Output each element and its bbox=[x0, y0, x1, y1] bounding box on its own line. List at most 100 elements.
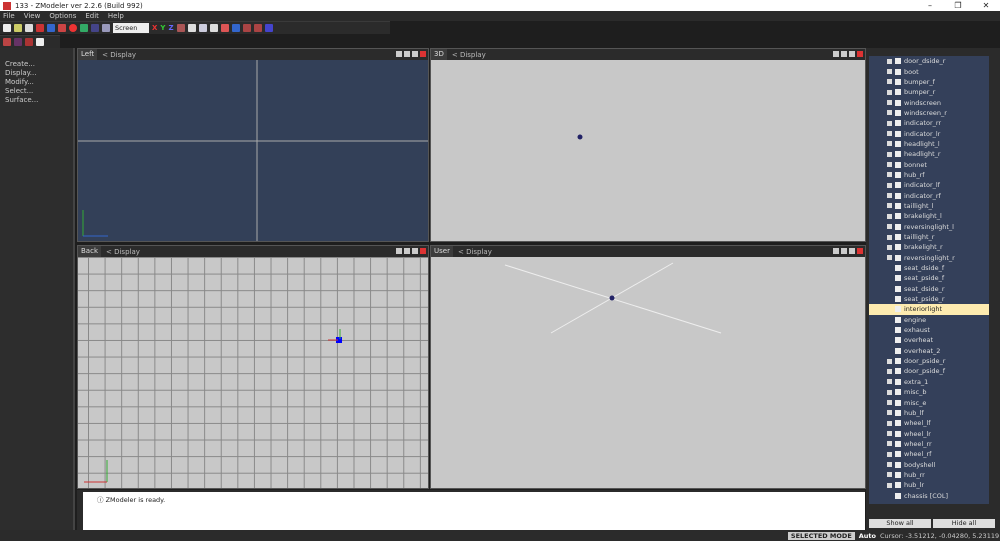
close-button[interactable]: ✕ bbox=[972, 0, 1000, 11]
expand-icon[interactable] bbox=[887, 255, 892, 261]
visibility-checkbox[interactable] bbox=[895, 285, 901, 292]
expand-icon[interactable] bbox=[887, 482, 892, 488]
close-icon[interactable] bbox=[420, 248, 426, 254]
tree-item[interactable]: overheat_2 bbox=[869, 346, 989, 356]
visibility-checkbox[interactable] bbox=[895, 78, 901, 85]
visibility-checkbox[interactable] bbox=[895, 399, 901, 406]
expand-icon[interactable] bbox=[887, 472, 892, 478]
expand-icon[interactable] bbox=[887, 89, 892, 95]
import-icon[interactable] bbox=[47, 24, 55, 32]
display-menu[interactable]: < Display bbox=[102, 51, 136, 59]
visibility-checkbox[interactable] bbox=[895, 347, 901, 354]
visibility-checkbox[interactable] bbox=[895, 337, 901, 344]
snap-icon[interactable] bbox=[176, 24, 185, 32]
tree-item[interactable]: bumper_f bbox=[869, 77, 989, 87]
expand-icon[interactable] bbox=[887, 100, 892, 106]
tree-item[interactable]: boot bbox=[869, 66, 989, 76]
expand-icon[interactable] bbox=[887, 379, 892, 385]
visibility-checkbox[interactable] bbox=[895, 223, 901, 230]
expand-icon[interactable] bbox=[887, 420, 892, 426]
expand-icon[interactable] bbox=[887, 410, 892, 416]
expand-icon[interactable] bbox=[887, 79, 892, 85]
menu-edit[interactable]: Edit bbox=[85, 11, 99, 21]
expand-icon[interactable] bbox=[887, 162, 892, 168]
expand-icon[interactable] bbox=[887, 462, 892, 468]
visibility-checkbox[interactable] bbox=[895, 471, 901, 478]
visibility-checkbox[interactable] bbox=[895, 440, 901, 447]
menu-options[interactable]: Options bbox=[49, 11, 76, 21]
tree-item[interactable]: indicator_lr bbox=[869, 128, 989, 138]
expand-icon[interactable] bbox=[887, 120, 892, 126]
expand-icon[interactable] bbox=[887, 358, 892, 364]
dummy-icon[interactable] bbox=[242, 24, 251, 32]
expand-icon[interactable] bbox=[887, 234, 892, 240]
visibility-checkbox[interactable] bbox=[895, 482, 901, 489]
tree-item[interactable]: wheel_rr bbox=[869, 439, 989, 449]
tree-item[interactable]: misc_e bbox=[869, 397, 989, 407]
visibility-checkbox[interactable] bbox=[895, 68, 901, 75]
visibility-checkbox[interactable] bbox=[895, 99, 901, 106]
tree-item[interactable]: windscreen bbox=[869, 97, 989, 107]
visibility-checkbox[interactable] bbox=[895, 120, 901, 127]
save-icon[interactable] bbox=[25, 24, 33, 32]
expand-icon[interactable] bbox=[887, 69, 892, 75]
new-icon[interactable] bbox=[3, 24, 11, 32]
tree-item[interactable]: bodyshell bbox=[869, 459, 989, 469]
visibility-checkbox[interactable] bbox=[895, 461, 901, 468]
render-icon[interactable] bbox=[69, 24, 77, 32]
visibility-checkbox[interactable] bbox=[895, 192, 901, 199]
tree-item[interactable]: bumper_r bbox=[869, 87, 989, 97]
cube-select-icon[interactable] bbox=[198, 24, 207, 32]
viewport-3d[interactable]: 3D < Display bbox=[430, 48, 866, 242]
expand-icon[interactable] bbox=[887, 193, 892, 199]
undo-icon[interactable] bbox=[91, 24, 99, 32]
object-tree[interactable]: door_dside_r boot bumper_f bumper_r windscre… bbox=[869, 56, 989, 504]
display-menu[interactable]: < Display bbox=[106, 248, 140, 256]
visibility-checkbox[interactable] bbox=[895, 389, 901, 396]
uv-icon[interactable] bbox=[36, 38, 44, 46]
tree-item[interactable]: hub_rf bbox=[869, 170, 989, 180]
tree-item[interactable]: overheat bbox=[869, 335, 989, 345]
visibility-checkbox[interactable] bbox=[895, 140, 901, 147]
tree-item[interactable]: windscreen_r bbox=[869, 108, 989, 118]
visibility-checkbox[interactable] bbox=[895, 306, 901, 313]
tree-item[interactable]: brakelight_l bbox=[869, 211, 989, 221]
expand-icon[interactable] bbox=[887, 441, 892, 447]
delete-icon[interactable] bbox=[36, 24, 44, 32]
material-icon[interactable] bbox=[102, 24, 110, 32]
tree-item[interactable]: wheel_rf bbox=[869, 449, 989, 459]
visibility-checkbox[interactable] bbox=[895, 58, 901, 65]
tree-item[interactable]: seat_pside_f bbox=[869, 273, 989, 283]
visibility-checkbox[interactable] bbox=[895, 182, 901, 189]
tool-icon[interactable] bbox=[3, 38, 11, 46]
expand-icon[interactable] bbox=[887, 400, 892, 406]
tree-item[interactable]: wheel_lf bbox=[869, 418, 989, 428]
tree-item[interactable]: hub_rr bbox=[869, 470, 989, 480]
tree-item[interactable]: taillight_r bbox=[869, 232, 989, 242]
tree-item[interactable]: taillight_l bbox=[869, 201, 989, 211]
expand-icon[interactable] bbox=[887, 244, 892, 250]
tree-item[interactable]: brakelight_r bbox=[869, 242, 989, 252]
cube-icon[interactable] bbox=[187, 24, 196, 32]
tree-item[interactable]: indicator_lf bbox=[869, 180, 989, 190]
expand-icon[interactable] bbox=[887, 131, 892, 137]
visibility-checkbox[interactable] bbox=[895, 409, 901, 416]
tree-item[interactable]: door_pside_f bbox=[869, 366, 989, 376]
expand-icon[interactable] bbox=[887, 451, 892, 457]
axis-x-toggle[interactable]: X bbox=[152, 24, 157, 32]
expand-icon[interactable] bbox=[887, 203, 892, 209]
axis-y-toggle[interactable]: Y bbox=[160, 24, 165, 32]
expand-icon[interactable] bbox=[887, 182, 892, 188]
tree-item[interactable]: chassis [COL] bbox=[869, 490, 989, 500]
menu-help[interactable]: Help bbox=[108, 11, 124, 21]
close-icon[interactable] bbox=[857, 248, 863, 254]
visibility-checkbox[interactable] bbox=[895, 316, 901, 323]
tree-item[interactable]: wheel_lr bbox=[869, 428, 989, 438]
tree-item[interactable]: seat_dside_f bbox=[869, 263, 989, 273]
menu-file[interactable]: File bbox=[3, 11, 15, 21]
tree-item[interactable]: seat_pside_r bbox=[869, 294, 989, 304]
tree-item[interactable]: hub_lr bbox=[869, 480, 989, 490]
display-menu[interactable]: < Display bbox=[458, 248, 492, 256]
expand-icon[interactable] bbox=[887, 431, 892, 437]
minimize-button[interactable]: – bbox=[916, 0, 944, 11]
